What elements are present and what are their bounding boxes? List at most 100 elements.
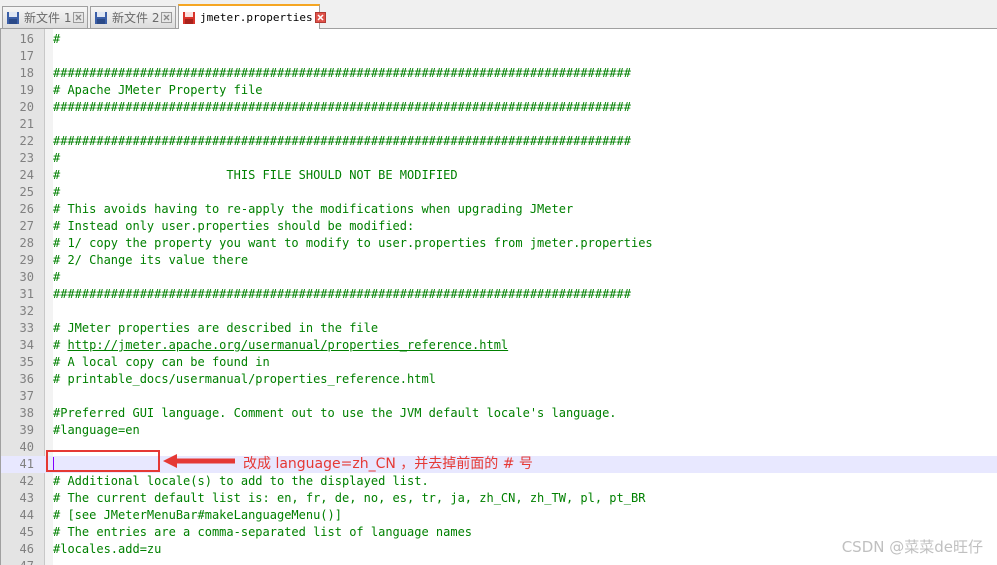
- line-number: 30: [19, 270, 34, 284]
- code-line[interactable]: 43 # The current default list is: en, fr,…: [1, 490, 997, 507]
- code-line[interactable]: 22 ######################################…: [1, 133, 997, 150]
- line-number: 25: [19, 185, 34, 199]
- code-text: # JMeter properties are described in the…: [53, 320, 378, 337]
- code-text: # Additional locale(s) to add to the dis…: [53, 473, 429, 490]
- line-number: 37: [19, 389, 34, 403]
- line-number: 27: [19, 219, 34, 233]
- code-text: # http://jmeter.apache.org/usermanual/pr…: [53, 337, 508, 354]
- code-line[interactable]: 36 # printable_docs/usermanual/properties…: [1, 371, 997, 388]
- code-text: ########################################…: [53, 99, 631, 116]
- code-text: # 2/ Change its value there: [53, 252, 248, 269]
- code-text-content: # THIS FILE SHOULD NOT BE MODIFIED: [53, 168, 458, 182]
- code-text: #locales.add=zu: [53, 541, 161, 558]
- close-icon[interactable]: [314, 12, 326, 23]
- line-number: 47: [1, 558, 34, 565]
- code-line[interactable]: 37: [1, 388, 997, 405]
- code-text-content: # Apache JMeter Property file: [53, 83, 263, 97]
- code-text: #: [53, 31, 60, 48]
- line-number: 22: [19, 134, 34, 148]
- code-line[interactable]: 47: [1, 558, 997, 565]
- code-line[interactable]: 38 #Preferred GUI language. Comment out t…: [1, 405, 997, 422]
- tab-bar: 新文件 1 新文件 2 jmeter.properties: [0, 0, 997, 29]
- code-line[interactable]: 44 # [see JMeterMenuBar#makeLanguageMenu(…: [1, 507, 997, 524]
- code-text-content: # The entries are a comma-separated list…: [53, 525, 473, 539]
- line-number: 17: [19, 49, 34, 63]
- line-number: 26: [19, 202, 34, 216]
- code-text: ########################################…: [53, 65, 631, 82]
- tab-new-file-1[interactable]: 新文件 1: [2, 6, 88, 28]
- code-text: ########################################…: [53, 133, 631, 150]
- line-number: 20: [19, 100, 34, 114]
- code-line[interactable]: 31 ######################################…: [1, 286, 997, 303]
- line-number: 46: [19, 542, 34, 556]
- code-line[interactable]: 39 #language=en: [1, 422, 997, 439]
- watermark: CSDN @菜菜de旺仔: [841, 538, 983, 556]
- code-text-content: # A local copy can be found in: [53, 355, 270, 369]
- code-line[interactable]: 28 # 1/ copy the property you want to mod…: [1, 235, 997, 252]
- code-line[interactable]: 18 ######################################…: [1, 65, 997, 82]
- code-text-content: ########################################…: [53, 134, 631, 148]
- text-editor[interactable]: 16 #17 18 #################################…: [0, 29, 997, 565]
- code-text-content: ########################################…: [53, 100, 631, 114]
- arrow-left-icon: [163, 454, 235, 468]
- code-text: # THIS FILE SHOULD NOT BE MODIFIED: [53, 167, 458, 184]
- code-line[interactable]: 19 # Apache JMeter Property file: [1, 82, 997, 99]
- code-line[interactable]: 30 #: [1, 269, 997, 286]
- line-number: 28: [19, 236, 34, 250]
- code-line[interactable]: 17: [1, 48, 997, 65]
- code-text-content: #Preferred GUI language. Comment out to …: [53, 406, 617, 420]
- close-icon[interactable]: [161, 12, 173, 23]
- code-line[interactable]: 26 # This avoids having to re-apply the m…: [1, 201, 997, 218]
- code-line[interactable]: 34 # http://jmeter.apache.org/usermanual/…: [1, 337, 997, 354]
- save-disk-icon: [95, 11, 107, 24]
- line-number: 16: [19, 32, 34, 46]
- highlight-box: [46, 450, 160, 472]
- tab-jmeter-properties[interactable]: jmeter.properties: [178, 4, 326, 29]
- code-text-content: # [see JMeterMenuBar#makeLanguageMenu()]: [53, 508, 342, 522]
- code-text-content: # Additional locale(s) to add to the dis…: [53, 474, 429, 488]
- code-text: #: [53, 184, 60, 201]
- code-line[interactable]: 27 # Instead only user.properties should …: [1, 218, 997, 235]
- code-line[interactable]: 23 #: [1, 150, 997, 167]
- code-line[interactable]: 21: [1, 116, 997, 133]
- close-icon[interactable]: [73, 12, 85, 23]
- code-line[interactable]: 24 # THIS FILE SHOULD NOT BE MODIFIED: [1, 167, 997, 184]
- annotation-text: 改成 language=zh_CN ，并去掉前面的 # 号: [243, 456, 533, 472]
- code-text-content: #language=en: [53, 423, 140, 437]
- code-text-content: # 1/ copy the property you want to modif…: [53, 236, 653, 250]
- code-text: ########################################…: [53, 286, 631, 303]
- url-link[interactable]: http://jmeter.apache.org/usermanual/prop…: [67, 338, 508, 352]
- code-line[interactable]: 29 # 2/ Change its value there: [1, 252, 997, 269]
- code-text-content: # This avoids having to re-apply the mod…: [53, 202, 574, 216]
- code-text-content: ########################################…: [53, 287, 631, 301]
- code-line[interactable]: 33 # JMeter properties are described in t…: [1, 320, 997, 337]
- line-number: 36: [19, 372, 34, 386]
- tab-label: 新文件 2: [112, 11, 160, 25]
- line-number: 42: [19, 474, 34, 488]
- code-line[interactable]: 32: [1, 303, 997, 320]
- code-text-content: # The current default list is: en, fr, d…: [53, 491, 646, 505]
- line-number: 23: [19, 151, 34, 165]
- code-text: # [see JMeterMenuBar#makeLanguageMenu()]: [53, 507, 342, 524]
- tab-new-file-2[interactable]: 新文件 2: [90, 6, 176, 28]
- code-line[interactable]: 25 #: [1, 184, 997, 201]
- line-number: 24: [19, 168, 34, 182]
- code-text: # Apache JMeter Property file: [53, 82, 263, 99]
- code-text: # 1/ copy the property you want to modif…: [53, 235, 653, 252]
- tab-label: 新文件 1: [24, 11, 72, 25]
- code-text: # Instead only user.properties should be…: [53, 218, 414, 235]
- code-line[interactable]: 16 #: [1, 31, 997, 48]
- code-text: #language=en: [53, 422, 140, 439]
- unsaved-disk-icon: [183, 11, 195, 24]
- code-line[interactable]: 35 # A local copy can be found in: [1, 354, 997, 371]
- code-line[interactable]: 20 ######################################…: [1, 99, 997, 116]
- tab-label: jmeter.properties: [200, 11, 313, 24]
- code-text: # The entries are a comma-separated list…: [53, 524, 472, 541]
- code-text: # A local copy can be found in: [53, 354, 270, 371]
- line-number: 44: [19, 508, 34, 522]
- code-text-content: #: [53, 32, 61, 46]
- code-line[interactable]: 42 # Additional locale(s) to add to the d…: [1, 473, 997, 490]
- code-text-content: # Instead only user.properties should be…: [53, 219, 415, 233]
- code-text: # printable_docs/usermanual/properties_r…: [53, 371, 436, 388]
- line-number: 32: [19, 304, 34, 318]
